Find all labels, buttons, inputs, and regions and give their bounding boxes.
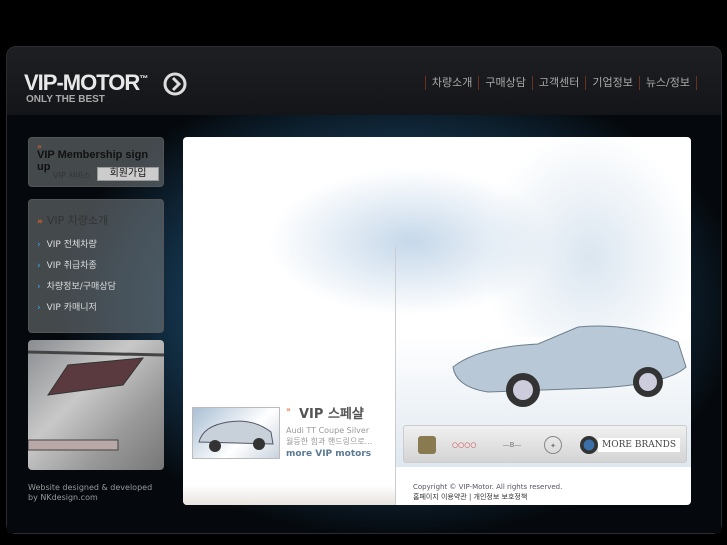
special-title: VIP 스페샬 bbox=[299, 407, 364, 422]
logo-tm: ™ bbox=[139, 73, 148, 84]
brand-bar: ○○○○ —B— ✦ MORE BRANDS bbox=[403, 425, 687, 463]
sidebar-item-label: VIP 카매니저 bbox=[46, 303, 97, 313]
divider bbox=[395, 247, 396, 505]
lamborghini-logo-icon[interactable] bbox=[418, 436, 436, 454]
logo-text: VIP-MOTOR bbox=[24, 70, 140, 95]
signup-button[interactable]: 회원가입 bbox=[97, 167, 159, 181]
sidebar-menu: » VIP 차량소개 › VIP 전체차량 › VIP 취급차종 › 차량정보/구매상담… bbox=[28, 199, 164, 333]
credit-line: Website designed & developed bbox=[28, 483, 153, 492]
arrow-icon: » bbox=[286, 405, 291, 414]
chevron-right-icon: › bbox=[37, 282, 41, 292]
nav-purchase[interactable]: 구매상담 bbox=[478, 76, 531, 90]
emblem-icon bbox=[163, 72, 187, 96]
menu-heading-text: VIP 차량소개 bbox=[46, 214, 109, 227]
main-panel: » VIP 스페샬 Audi TT Coupe Silver 월등한 힘과 핸드링… bbox=[183, 137, 691, 505]
logo[interactable]: VIP-MOTOR™ bbox=[24, 70, 148, 96]
tagline: ONLY THE BEST bbox=[26, 94, 105, 105]
sidebar-item-label: 차량정보/구매상담 bbox=[46, 282, 116, 292]
sidebar-item-car-manager[interactable]: › VIP 카매니저 bbox=[37, 300, 97, 313]
car-taillight-photo bbox=[28, 340, 164, 470]
membership-box: » VIP Membership sign up VIP 서비스 회원가입 bbox=[28, 137, 164, 187]
bottom-bar bbox=[183, 485, 395, 505]
featured-car-image bbox=[452, 325, 687, 407]
bmw-logo-icon[interactable] bbox=[580, 436, 598, 454]
copyright-text: Copyright © VIP-Motor. All rights reserv… bbox=[413, 483, 563, 491]
sidebar-item-consult[interactable]: › 차량정보/구매상담 bbox=[37, 279, 116, 292]
sidebar-item-all-cars[interactable]: › VIP 전체차량 bbox=[37, 237, 97, 250]
footer-links[interactable]: 홈페이지 이용약관 | 개인정보 보호정책 bbox=[413, 492, 562, 502]
bentley-logo-icon[interactable]: —B— bbox=[492, 436, 532, 454]
vip-service-link[interactable]: VIP 서비스 bbox=[53, 170, 90, 181]
chevron-right-icon: › bbox=[37, 303, 41, 313]
more-vip-motors-link[interactable]: more VIP motors bbox=[286, 449, 371, 459]
nav-company[interactable]: 기업정보 bbox=[585, 76, 638, 90]
nav-vehicles[interactable]: 차량소개 bbox=[424, 76, 478, 90]
special-car-name: Audi TT Coupe Silver bbox=[286, 426, 370, 435]
mercedes-logo-icon[interactable]: ✦ bbox=[544, 436, 562, 454]
special-car-desc: 월등한 힘과 핸드링으로... bbox=[286, 437, 373, 446]
audi-logo-icon[interactable]: ○○○○ bbox=[452, 436, 476, 454]
credit: Website designed & developed by NKdesign.… bbox=[28, 483, 152, 503]
sidebar-item-label: VIP 취급차종 bbox=[46, 261, 97, 271]
nav-support[interactable]: 고객센터 bbox=[531, 76, 585, 90]
sidebar-item-models[interactable]: › VIP 취급차종 bbox=[37, 258, 97, 271]
more-brands-button[interactable]: MORE BRANDS bbox=[598, 438, 680, 452]
arrow-icon: » bbox=[37, 217, 43, 227]
special-description: Audi TT Coupe Silver 월등한 힘과 핸드링으로... bbox=[286, 425, 372, 447]
copyright: Copyright © VIP-Motor. All rights reserv… bbox=[413, 482, 562, 502]
special-car-thumbnail[interactable] bbox=[192, 407, 280, 459]
credit-link[interactable]: by NKdesign.com bbox=[28, 493, 152, 503]
chevron-right-icon: › bbox=[37, 240, 41, 250]
top-nav: 차량소개 구매상담 고객센터 기업정보 뉴스/정보 bbox=[424, 76, 697, 90]
menu-heading: » VIP 차량소개 bbox=[37, 212, 108, 228]
chevron-right-icon: › bbox=[37, 261, 41, 271]
nav-news[interactable]: 뉴스/정보 bbox=[638, 76, 697, 90]
sidebar-item-label: VIP 전체차량 bbox=[46, 240, 97, 250]
